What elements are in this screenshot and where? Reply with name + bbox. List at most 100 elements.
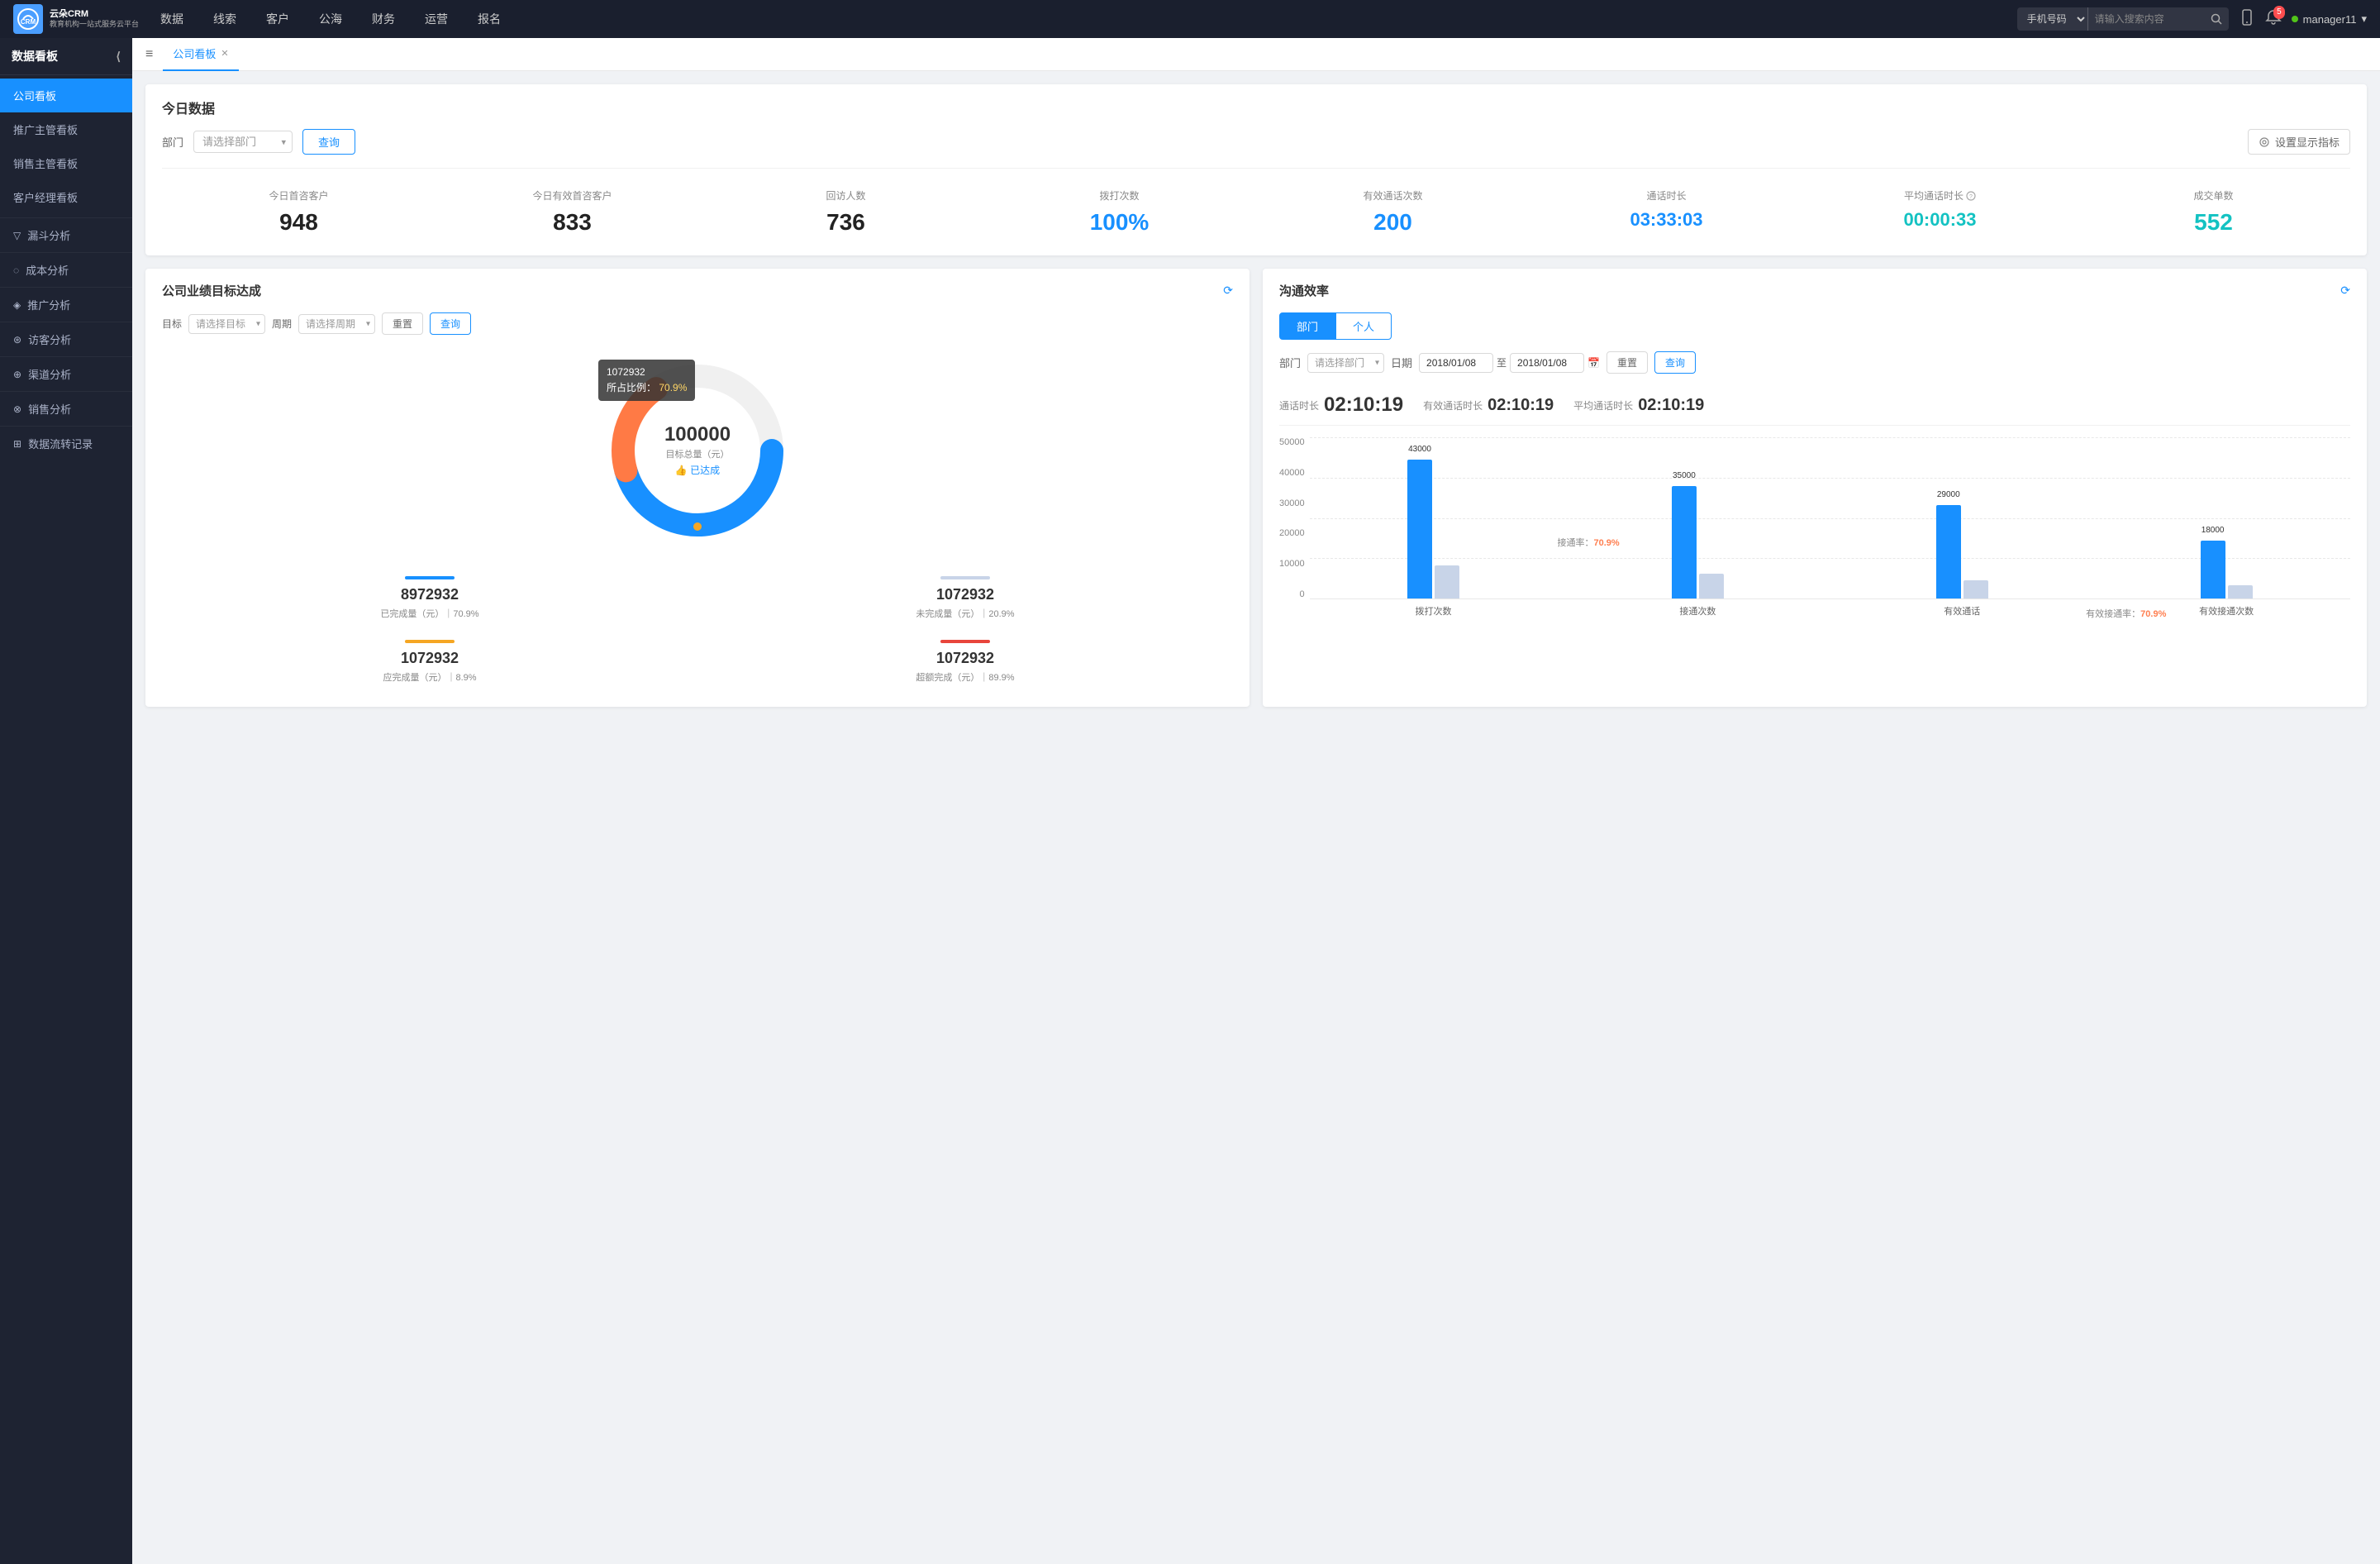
bar-group-bars: 43000 bbox=[1407, 460, 1459, 598]
sidebar-item-company-board[interactable]: 公司看板 bbox=[0, 79, 132, 112]
metric-label: 回访人数 bbox=[712, 188, 979, 203]
date-from-input[interactable] bbox=[1419, 353, 1493, 373]
sidebar-group-title: 数据看板 bbox=[12, 48, 58, 64]
sidebar-item-account-board[interactable]: 客户经理看板 bbox=[0, 180, 132, 214]
comm-tab-dept[interactable]: 部门 bbox=[1279, 312, 1335, 340]
chart-tooltip: 1072932 所占比例： 70.9% bbox=[598, 360, 695, 401]
logo-icon: CRM bbox=[13, 4, 43, 34]
sidebar-marketing-analysis[interactable]: ◈ 推广分析 bbox=[0, 287, 132, 322]
dept-select[interactable]: 请选择部门 bbox=[193, 131, 293, 153]
metric-value: 833 bbox=[439, 209, 706, 236]
sidebar-visitor-analysis[interactable]: ⊛ 访客分析 bbox=[0, 322, 132, 356]
notification-badge: 5 bbox=[2273, 6, 2285, 19]
sidebar-funnel-analysis[interactable]: ▽ 漏斗分析 bbox=[0, 217, 132, 252]
goals-query-button[interactable]: 查询 bbox=[430, 312, 471, 335]
x-label-connect: 接通次数 bbox=[1573, 604, 1821, 617]
date-to-input[interactable] bbox=[1510, 353, 1584, 373]
metric-label: 有效通话次数 bbox=[1259, 188, 1526, 203]
logo-subtitle: 教育机构一站式服务云平台 bbox=[50, 20, 139, 29]
user-info[interactable]: manager11 ▾ bbox=[2292, 12, 2367, 26]
uncompleted-value: 1072932 bbox=[711, 586, 1220, 603]
bottom-panels: 公司业绩目标达成 ⟳ 目标 请选择目标 周期 请选择 bbox=[145, 269, 2367, 707]
metric-label: 今日首咨客户 bbox=[165, 188, 432, 203]
tooltip-value: 1072932 bbox=[607, 365, 687, 380]
comm-date-label: 日期 bbox=[1391, 355, 1412, 370]
mobile-icon[interactable] bbox=[2239, 9, 2255, 30]
effective-duration-label: 有效通话时长 bbox=[1423, 398, 1483, 412]
metric-avg-duration: 平均通话时长 ? 00:00:33 bbox=[1803, 182, 2077, 242]
donut-wrapper: 1072932 所占比例： 70.9% bbox=[590, 343, 805, 558]
panel-title: 公司业绩目标达成 bbox=[162, 282, 261, 299]
dept-filter-label: 部门 bbox=[162, 134, 183, 150]
date-separator: 至 bbox=[1497, 355, 1507, 370]
eff-connect-rate-value: 70.9% bbox=[2140, 609, 2166, 619]
nav-public-sea[interactable]: 公海 bbox=[304, 0, 357, 38]
sidebar-item-label: 客户经理看板 bbox=[13, 189, 78, 205]
top-navigation: CRM 云朵CRM 教育机构一站式服务云平台 数据 线索 客户 公海 财务 运营… bbox=[0, 0, 2380, 38]
comm-query-button[interactable]: 查询 bbox=[1654, 351, 1696, 374]
settings-display-button[interactable]: 设置显示指标 bbox=[2248, 129, 2350, 155]
sidebar-channel-analysis[interactable]: ⊕ 渠道分析 bbox=[0, 356, 132, 391]
tab-menu-icon[interactable]: ≡ bbox=[145, 47, 153, 62]
bar-group-dial: 43000 bbox=[1310, 460, 1558, 598]
comm-refresh-icon[interactable]: ⟳ bbox=[2340, 284, 2350, 298]
bar-blue bbox=[1672, 486, 1697, 598]
sidebar-header: 数据看板 ⟨ bbox=[0, 38, 132, 75]
search-type-select[interactable]: 手机号码 bbox=[2017, 7, 2088, 31]
bar-group-connect: 35000 接通率：70.9% bbox=[1573, 486, 1821, 598]
metric-value: 552 bbox=[2080, 209, 2347, 236]
goals-reset-button[interactable]: 重置 bbox=[382, 312, 423, 335]
svg-text:CRM: CRM bbox=[21, 18, 36, 26]
goal-metric-completed: 8972932 已完成量（元）｜70.9% bbox=[162, 566, 697, 630]
goal-metric-uncompleted: 1072932 未完成量（元）｜20.9% bbox=[697, 566, 1233, 630]
calendar-icon[interactable]: 📅 bbox=[1587, 357, 1600, 369]
period-select[interactable]: 请选择周期 bbox=[298, 314, 375, 334]
nav-enrollment[interactable]: 报名 bbox=[463, 0, 516, 38]
comm-tabs: 部门 个人 bbox=[1279, 312, 2350, 340]
comm-dept-select[interactable]: 请选择部门 bbox=[1307, 353, 1384, 373]
notification-bell[interactable]: 5 bbox=[2265, 9, 2282, 30]
search-input[interactable] bbox=[2088, 7, 2204, 31]
sidebar-sales-analysis[interactable]: ⊗ 销售分析 bbox=[0, 391, 132, 426]
stats-row: 通话时长 02:10:19 有效通话时长 02:10:19 平均通话时长 02:… bbox=[1279, 385, 2350, 426]
bar-effective-blue: 29000 bbox=[1936, 505, 1961, 598]
comm-dept-label: 部门 bbox=[1279, 355, 1301, 370]
goal-metrics: 8972932 已完成量（元）｜70.9% 1072932 未完成量（元）｜20… bbox=[162, 566, 1233, 694]
comm-panel-header: 沟通效率 ⟳ bbox=[1279, 282, 2350, 299]
tab-company-board[interactable]: 公司看板 ✕ bbox=[163, 38, 238, 71]
goal-metric-should-complete: 1072932 应完成量（元）｜8.9% bbox=[162, 630, 697, 694]
sidebar-data-flow[interactable]: ⊞ 数据流转记录 bbox=[0, 426, 132, 460]
stat-effective-duration: 有效通话时长 02:10:19 bbox=[1423, 396, 1554, 415]
period-label: 周期 bbox=[272, 317, 292, 331]
should-complete-value: 1072932 bbox=[175, 650, 684, 667]
metric-effective-consult: 今日有效首咨客户 833 bbox=[436, 182, 709, 242]
sidebar-cost-analysis[interactable]: ◌ 成本分析 bbox=[0, 252, 132, 287]
uncompleted-desc: 未完成量（元）｜20.9% bbox=[711, 607, 1220, 620]
completed-desc: 已完成量（元）｜70.9% bbox=[175, 607, 684, 620]
bar-eff-connect-blue: 18000 bbox=[2201, 541, 2225, 598]
nav-finance[interactable]: 财务 bbox=[357, 0, 410, 38]
svg-text:👍 已达成: 👍 已达成 bbox=[675, 465, 720, 476]
completed-bar bbox=[405, 576, 455, 579]
sidebar-collapse-icon[interactable]: ⟨ bbox=[117, 50, 121, 64]
search-button[interactable] bbox=[2204, 7, 2229, 31]
today-query-button[interactable]: 查询 bbox=[302, 129, 355, 155]
refresh-icon[interactable]: ⟳ bbox=[1223, 284, 1233, 298]
nav-customers[interactable]: 客户 bbox=[251, 0, 304, 38]
svg-text:?: ? bbox=[1969, 194, 1973, 200]
nav-leads[interactable]: 线索 bbox=[198, 0, 251, 38]
over-complete-value: 1072932 bbox=[711, 650, 1220, 667]
y-label-40000: 40000 bbox=[1279, 468, 1305, 478]
sidebar-menu: 公司看板 推广主管看板 销售主管看板 客户经理看板 bbox=[0, 75, 132, 217]
target-select[interactable]: 请选择目标 bbox=[188, 314, 265, 334]
comm-tab-individual[interactable]: 个人 bbox=[1335, 312, 1392, 340]
nav-data[interactable]: 数据 bbox=[145, 0, 198, 38]
nav-operations[interactable]: 运营 bbox=[410, 0, 463, 38]
tab-close-icon[interactable]: ✕ bbox=[221, 48, 228, 59]
tooltip-pct: 所占比例： 70.9% bbox=[607, 380, 687, 396]
comm-reset-button[interactable]: 重置 bbox=[1606, 351, 1648, 374]
metric-value: 00:00:33 bbox=[1806, 209, 2073, 231]
y-label-50000: 50000 bbox=[1279, 437, 1305, 447]
sidebar-item-sales-board[interactable]: 销售主管看板 bbox=[0, 146, 132, 180]
sidebar-item-marketing-board[interactable]: 推广主管看板 bbox=[0, 112, 132, 146]
